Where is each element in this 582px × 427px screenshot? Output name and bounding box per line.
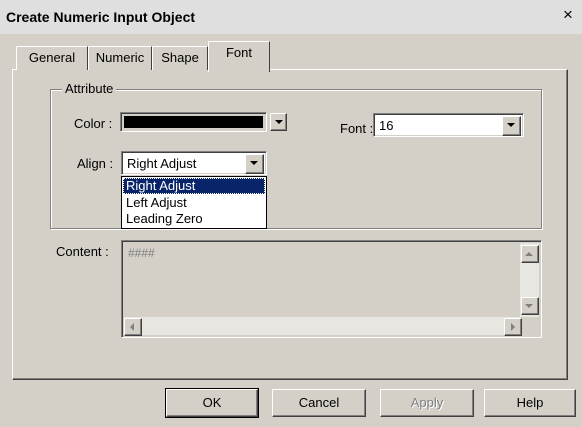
chevron-down-icon (250, 161, 258, 165)
scroll-right-button[interactable] (504, 318, 522, 336)
align-select[interactable]: Right Adjust (121, 151, 267, 175)
color-dropdown-button[interactable] (270, 113, 287, 131)
color-swatch (124, 116, 263, 128)
font-dropdown-button[interactable] (502, 116, 521, 136)
content-value: #### (128, 246, 155, 260)
close-icon[interactable]: × (560, 6, 576, 24)
cancel-button[interactable]: Cancel (272, 389, 366, 417)
content-textarea[interactable]: #### (121, 240, 542, 338)
chevron-down-icon (275, 120, 283, 124)
chevron-down-icon (525, 304, 533, 308)
apply-button[interactable]: Apply (380, 389, 474, 417)
scroll-left-button[interactable] (124, 318, 142, 336)
help-button[interactable]: Help (484, 389, 576, 417)
scroll-down-button[interactable] (521, 297, 539, 315)
horizontal-scrollbar[interactable] (124, 317, 522, 336)
chevron-left-icon (130, 323, 134, 331)
chevron-up-icon (525, 252, 533, 256)
window-title: Create Numeric Input Object (6, 9, 196, 25)
color-label: Color : (74, 116, 113, 131)
tab-shape[interactable]: Shape (152, 46, 208, 70)
tab-general[interactable]: General (16, 46, 88, 70)
chevron-right-icon (511, 323, 515, 331)
font-select[interactable]: 16 (373, 113, 524, 137)
tab-numeric[interactable]: Numeric (88, 46, 152, 70)
align-option-right-adjust[interactable]: Right Adjust (123, 178, 265, 194)
chevron-down-icon (507, 123, 515, 127)
scroll-up-button[interactable] (521, 245, 539, 263)
align-select-value: Right Adjust (127, 156, 197, 171)
ok-button[interactable]: OK (165, 388, 259, 418)
align-option-left-adjust[interactable]: Left Adjust (123, 195, 265, 211)
vertical-scrollbar[interactable] (520, 243, 539, 317)
tab-font[interactable]: Font (208, 41, 270, 72)
color-swatch-field[interactable] (120, 112, 267, 132)
align-option-leading-zero[interactable]: Leading Zero (123, 211, 265, 227)
align-dropdown-button[interactable] (245, 154, 264, 174)
align-label: Align : (77, 156, 114, 171)
font-label: Font : (340, 121, 374, 136)
attribute-group-label: Attribute (62, 81, 117, 96)
content-label: Content : (56, 244, 109, 259)
align-dropdown-list: Right Adjust Left Adjust Leading Zero (121, 176, 267, 229)
font-select-value: 16 (379, 118, 394, 133)
